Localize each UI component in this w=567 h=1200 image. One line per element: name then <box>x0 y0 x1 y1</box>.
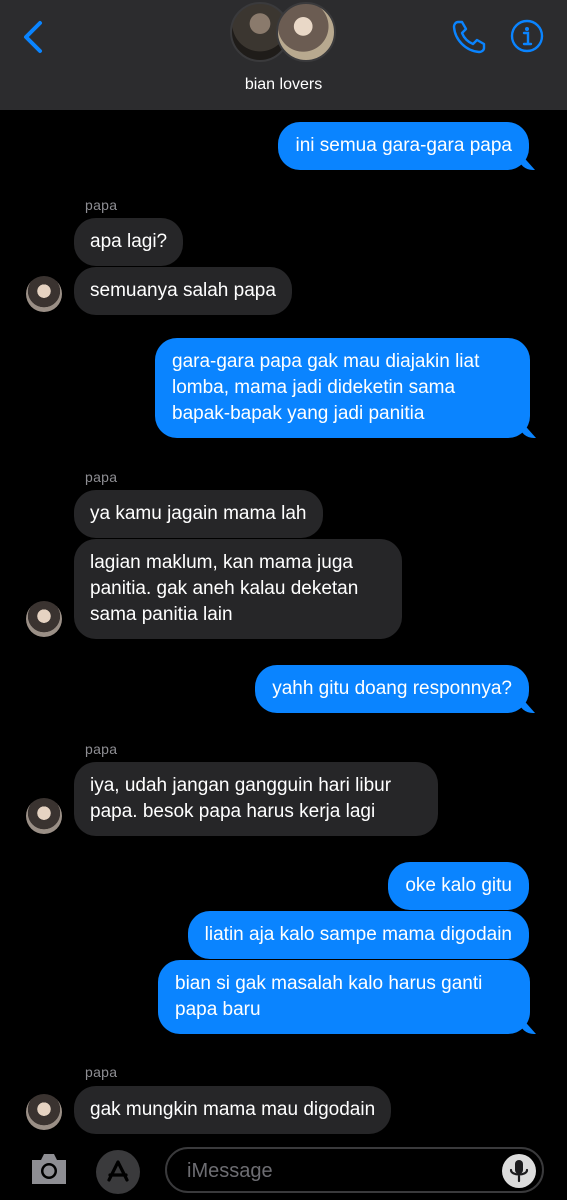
microphone-icon <box>509 1160 529 1183</box>
sender-name: papa <box>85 469 118 485</box>
avatar <box>26 276 62 312</box>
sender-name: papa <box>85 1064 118 1080</box>
outgoing-message[interactable]: liatin aja kalo sampe mama digodain <box>187 911 529 959</box>
incoming-message[interactable]: semuanya salah papa <box>74 267 292 315</box>
back-button[interactable] <box>18 18 52 58</box>
outgoing-message[interactable]: oke kalo gitu <box>388 862 529 910</box>
group-avatars[interactable] <box>228 2 340 66</box>
avatar <box>26 601 62 637</box>
camera-icon <box>32 1154 66 1184</box>
conversation-header: bian lovers <box>0 0 567 110</box>
incoming-message[interactable]: gak mungkin mama mau digodain <box>74 1086 392 1134</box>
phone-icon <box>452 20 486 54</box>
incoming-message[interactable]: iya, udah jangan gangguin hari libur pap… <box>74 762 438 836</box>
message-input[interactable]: iMessage <box>165 1147 544 1193</box>
sender-name: papa <box>85 197 118 213</box>
dictation-button[interactable] <box>502 1154 536 1188</box>
camera-button[interactable] <box>28 1151 70 1187</box>
avatar <box>276 2 336 62</box>
outgoing-message[interactable]: yahh gitu doang responnya? <box>255 665 529 713</box>
info-icon <box>510 19 544 53</box>
chevron-left-icon <box>24 21 42 53</box>
outgoing-message[interactable]: bian si gak masalah kalo harus ganti pap… <box>158 960 530 1034</box>
incoming-message[interactable]: ya kamu jagain mama lah <box>74 490 323 538</box>
avatar <box>26 798 62 834</box>
app-store-icon <box>107 1160 129 1182</box>
incoming-message[interactable]: apa lagi? <box>74 218 184 266</box>
incoming-message[interactable]: lagian maklum, kan mama juga panitia. ga… <box>74 539 402 639</box>
avatar <box>26 1094 62 1130</box>
app-store-button[interactable] <box>96 1150 140 1194</box>
info-button[interactable] <box>510 19 544 53</box>
outgoing-message[interactable]: gara-gara papa gak mau diajakin liat lom… <box>155 338 530 438</box>
group-name[interactable]: bian lovers <box>0 76 567 94</box>
message-placeholder: iMessage <box>187 1160 273 1182</box>
sender-name: papa <box>85 741 118 757</box>
outgoing-message[interactable]: ini semua gara-gara papa <box>278 122 529 170</box>
message-composer: iMessage <box>0 1140 567 1200</box>
call-button[interactable] <box>450 18 488 56</box>
